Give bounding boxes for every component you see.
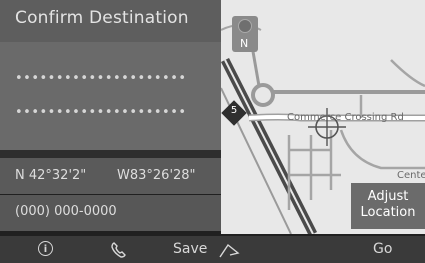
adjust-label-line1: Adjust [367, 189, 409, 204]
address-block: ••••••••••••••••••••• ••••••••••••••••••… [0, 42, 221, 150]
adjust-label-line2: Location [360, 205, 416, 220]
phone-call-icon[interactable] [110, 241, 128, 259]
compass-label: N [240, 37, 249, 50]
title-bar: Confirm Destination [0, 0, 221, 42]
compass-north-icon[interactable]: N [232, 16, 258, 52]
divider [0, 150, 221, 158]
save-button[interactable]: Save [173, 236, 207, 263]
bottom-action-bar: i Save Go [0, 236, 425, 263]
street-label: Commerce Crossing Rd [287, 112, 404, 123]
info-icon[interactable]: i [38, 241, 53, 256]
compass-circle-icon [238, 19, 252, 33]
phone-number: (000) 000-0000 [15, 204, 117, 219]
address-line-1: ••••••••••••••••••••• [15, 74, 187, 82]
center-label: Center [397, 170, 425, 181]
phone-row[interactable]: (000) 000-0000 [0, 195, 221, 231]
latitude-value: N 42°32'2" [15, 168, 87, 183]
adjust-location-button[interactable]: Adjust Location [351, 183, 425, 229]
destination-info-panel: Confirm Destination ••••••••••••••••••••… [0, 0, 221, 236]
confirm-destination-screen: Confirm Destination ••••••••••••••••••••… [0, 0, 425, 263]
longitude-value: W83°26'28" [117, 168, 196, 183]
route-preview-icon[interactable] [218, 241, 240, 259]
page-title: Confirm Destination [15, 8, 189, 28]
coordinates-row: N 42°32'2" W83°26'28" [0, 158, 221, 194]
route-number: 5 [230, 105, 238, 116]
go-button[interactable]: Go [373, 236, 392, 263]
address-line-2: ••••••••••••••••••••• [15, 108, 187, 116]
